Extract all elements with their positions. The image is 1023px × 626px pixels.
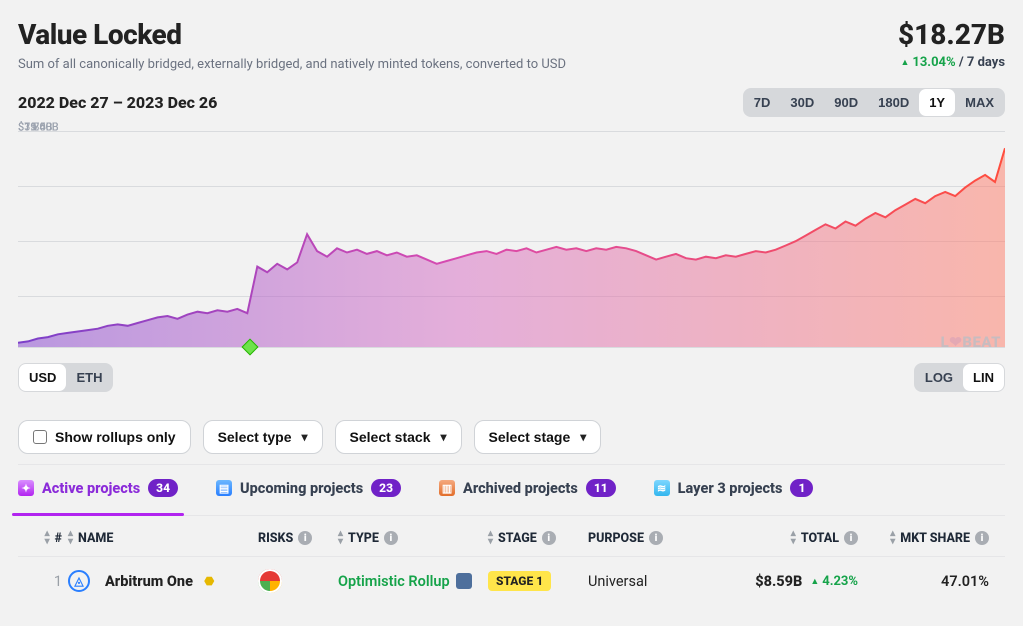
archive-icon: ▥ [439,480,455,496]
tab-label: Layer 3 projects [678,480,783,497]
col-risks: RISKS i [258,531,338,546]
info-icon[interactable]: i [649,531,663,545]
select-type-dropdown[interactable]: Select type [203,420,323,454]
info-icon[interactable]: i [542,531,556,545]
currency-toggle: USD ETH [18,363,113,392]
range-7d-button[interactable]: 7D [744,89,781,116]
tab-count-badge: 11 [586,479,616,497]
project-name[interactable]: Arbitrum One [105,573,193,590]
tab-label: Archived projects [463,480,578,497]
watermark: L❤BEAT [941,333,1001,351]
project-type-link[interactable]: Optimistic Rollup [338,573,472,590]
info-icon[interactable]: i [298,531,312,545]
col-purpose: PURPOSE i [588,531,698,546]
range-30d-button[interactable]: 30D [780,89,824,116]
chart-svg [18,127,1005,347]
shield-icon: ⬣ [204,574,214,588]
tab-label: Upcoming projects [240,480,363,497]
range-180d-button[interactable]: 180D [868,89,919,116]
calendar-icon: ▤ [216,480,232,496]
tvl-chart[interactable]: $19.40B $15.50B $11.60B $7.70B $3.80B [18,127,1005,357]
scale-toggle: LOG LIN [914,363,1005,392]
range-max-button[interactable]: MAX [955,89,1004,116]
select-stage-dropdown[interactable]: Select stage [474,420,602,454]
show-rollups-label: Show rollups only [55,429,176,445]
page-title: Value Locked [18,18,566,51]
stage-badge: STAGE 1 [488,571,551,591]
col-total[interactable]: ▴▾ TOTAL i [698,530,858,546]
layers-icon: ≋ [654,480,670,496]
tab-count-badge: 23 [371,479,401,497]
project-mktshare: 47.01% [858,573,999,590]
currency-usd-button[interactable]: USD [19,364,66,391]
project-total: $8.59B [755,573,802,590]
tab-active-projects[interactable]: ✦ Active projects 34 [18,479,178,507]
change-percent: 13.04% [900,55,955,70]
col-stage[interactable]: ▴▾ STAGE i [488,530,588,546]
row-index: 1 [24,573,68,590]
tab-archived-projects[interactable]: ▥ Archived projects 11 [439,479,616,507]
tab-count-badge: 1 [790,479,813,497]
scale-log-button[interactable]: LOG [915,364,963,391]
table-header: ▴▾ # ▴▾ NAME RISKS i ▴▾ TYPE i ▴▾ STAGE … [18,530,1005,557]
project-purpose: Universal [588,573,698,590]
info-icon[interactable]: i [844,531,858,545]
tab-layer3-projects[interactable]: ≋ Layer 3 projects 1 [654,479,814,507]
search-icon: ✦ [18,480,34,496]
show-rollups-only-toggle[interactable]: Show rollups only [18,420,191,454]
table-row[interactable]: 1 ◬ Arbitrum One ⬣ Optimistic Rollup STA… [18,557,1005,605]
tab-label: Active projects [42,480,140,497]
currency-eth-button[interactable]: ETH [66,364,112,391]
checkbox-icon [33,430,47,444]
tab-count-badge: 34 [148,479,178,497]
range-90d-button[interactable]: 90D [824,89,868,116]
col-name[interactable]: ▴▾ NAME [68,530,258,546]
col-type[interactable]: ▴▾ TYPE i [338,530,488,546]
page-subtitle: Sum of all canonically bridged, external… [18,57,566,72]
total-value: $18.27B [898,18,1005,51]
col-mktshare[interactable]: ▴▾ MKT SHARE i [858,530,999,546]
scale-lin-button[interactable]: LIN [963,364,1004,391]
tech-icon [456,573,472,589]
date-range: 2022 Dec 27 – 2023 Dec 26 [18,93,217,112]
tab-upcoming-projects[interactable]: ▤ Upcoming projects 23 [216,479,401,507]
change-period: 7 days [967,55,1005,70]
time-range-group: 7D 30D 90D 180D 1Y MAX [743,88,1005,117]
col-index[interactable]: ▴▾ # [24,530,68,546]
range-1y-button[interactable]: 1Y [919,89,955,116]
change-separator: / [959,55,967,70]
info-icon[interactable]: i [384,531,398,545]
info-icon[interactable]: i [975,531,989,545]
select-stack-dropdown[interactable]: Select stack [335,420,462,454]
project-change: 4.23% [810,574,858,589]
project-logo-icon: ◬ [68,570,90,592]
risk-rosette-icon[interactable] [258,569,282,593]
